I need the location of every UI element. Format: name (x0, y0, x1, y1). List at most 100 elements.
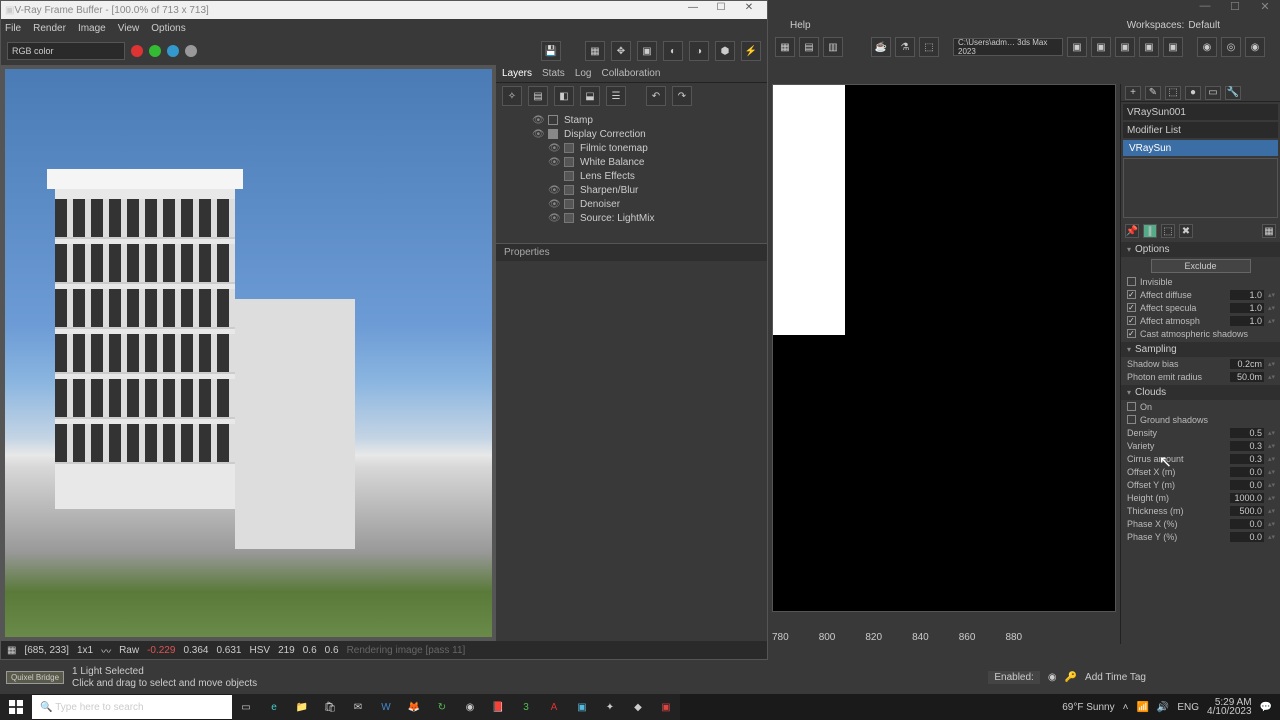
phasey-value[interactable]: 0.0 (1230, 532, 1264, 542)
search-input[interactable]: 🔍 Type here to search (32, 695, 232, 719)
layer-menu-icon[interactable]: ☰ (606, 86, 626, 106)
affect-specular-value[interactable]: 1.0 (1230, 303, 1264, 313)
eye-icon[interactable]: 👁 (548, 213, 558, 223)
eye-icon[interactable]: 👁 (548, 157, 558, 167)
modifier-stack[interactable] (1123, 158, 1278, 218)
max-tool-5[interactable]: ⚗ (895, 37, 915, 57)
affect-atmosph-value[interactable]: 1.0 (1230, 316, 1264, 326)
render-button[interactable]: ▣ (637, 41, 657, 61)
max-tool-12[interactable]: ◉ (1197, 37, 1217, 57)
density-value[interactable]: 0.5 (1230, 428, 1264, 438)
layer-compare-icon[interactable]: ⬓ (580, 86, 600, 106)
app-firefox[interactable]: 🦊 (400, 694, 428, 720)
cast-shadows-checkbox[interactable] (1127, 329, 1136, 338)
tray-notifications-icon[interactable]: 💬 (1260, 702, 1272, 713)
app-mail[interactable]: ✉ (344, 694, 372, 720)
variety-value[interactable]: 0.3 (1230, 441, 1264, 451)
viewport[interactable] (772, 84, 1116, 612)
modifier-list-dropdown[interactable]: Modifier List (1123, 122, 1278, 138)
green-channel-button[interactable] (149, 45, 161, 57)
spinner-icon[interactable]: ▴▾ (1268, 360, 1274, 368)
rollout-clouds[interactable]: Clouds (1121, 385, 1280, 400)
eye-icon[interactable]: 👁 (548, 199, 558, 209)
spinner-icon[interactable]: ▴▾ (1268, 481, 1274, 489)
track-mouse-button[interactable]: ✥ (611, 41, 631, 61)
max-tool-8[interactable]: ▣ (1091, 37, 1111, 57)
spinner-icon[interactable]: ▴▾ (1268, 304, 1274, 312)
menu-render[interactable]: Render (33, 23, 66, 34)
remove-modifier-icon[interactable]: ✖ (1179, 224, 1193, 238)
shadow-bias-value[interactable]: 0.2cm (1230, 359, 1264, 369)
zoom-level[interactable]: 1x1 (77, 645, 93, 656)
offsetx-value[interactable]: 0.0 (1230, 467, 1264, 477)
modifier-item-vraysun[interactable]: VRaySun (1123, 140, 1278, 156)
configure-sets-icon[interactable]: ▦ (1262, 224, 1276, 238)
affect-diffuse-checkbox[interactable] (1127, 290, 1136, 299)
app-store[interactable]: 🛍 (316, 694, 344, 720)
photon-radius-value[interactable]: 50.0m (1230, 372, 1264, 382)
undo-icon[interactable]: ↶ (646, 86, 666, 106)
cmd-create-tab[interactable]: + (1125, 86, 1141, 100)
spinner-icon[interactable]: ▴▾ (1268, 429, 1274, 437)
app-vray[interactable]: ▣ (568, 694, 596, 720)
spinner-icon[interactable]: ▴▾ (1268, 533, 1274, 541)
tray-lang[interactable]: ENG (1177, 702, 1199, 713)
vfb-close-button[interactable]: ✕ (735, 2, 763, 18)
autokey-button[interactable]: Enabled: (988, 671, 1039, 684)
tab-stats[interactable]: Stats (542, 68, 565, 79)
ipr-button[interactable]: ◑ (689, 41, 709, 61)
max-path-field[interactable]: C:\Users\adm… 3ds Max 2023 (953, 38, 1063, 56)
app-refresh[interactable]: ↻ (428, 694, 456, 720)
menu-view[interactable]: View (118, 23, 140, 34)
spinner-icon[interactable]: ▴▾ (1268, 520, 1274, 528)
tree-denoiser[interactable]: Denoiser (580, 199, 620, 210)
max-tool-11[interactable]: ▣ (1163, 37, 1183, 57)
spinner-icon[interactable]: ▴▾ (1268, 373, 1274, 381)
pin-stack-icon[interactable]: 📌 (1125, 224, 1139, 238)
layer-add-icon[interactable]: ✧ (502, 86, 522, 106)
clouds-on-checkbox[interactable] (1127, 402, 1136, 411)
tree-white-balance[interactable]: White Balance (580, 157, 644, 168)
invisible-checkbox[interactable] (1127, 277, 1136, 286)
ground-shadows-checkbox[interactable] (1127, 415, 1136, 424)
menu-image[interactable]: Image (78, 23, 106, 34)
show-end-result-icon[interactable]: ∥ (1143, 224, 1157, 238)
tray-chevron-icon[interactable]: ˄ (1123, 702, 1129, 713)
keyfilter-icon[interactable]: 🔑 (1065, 672, 1077, 683)
vfb-minimize-button[interactable]: — (679, 2, 707, 18)
spinner-icon[interactable]: ▴▾ (1268, 507, 1274, 515)
phasex-value[interactable]: 0.0 (1230, 519, 1264, 529)
app-other1[interactable]: ✦ (596, 694, 624, 720)
cmd-motion-tab[interactable]: ● (1185, 86, 1201, 100)
channel-dropdown[interactable]: RGB color (7, 42, 125, 60)
tree-lens-effects[interactable]: Lens Effects (580, 171, 635, 182)
spinner-icon[interactable]: ▴▾ (1268, 468, 1274, 476)
max-tool-3[interactable]: ▥ (823, 37, 843, 57)
menu-file[interactable]: File (5, 23, 21, 34)
task-view-button[interactable]: ▭ (232, 694, 260, 720)
height-value[interactable]: 1000.0 (1230, 493, 1264, 503)
offsety-value[interactable]: 0.0 (1230, 480, 1264, 490)
cmd-display-tab[interactable]: ▭ (1205, 86, 1221, 100)
spinner-icon[interactable]: ▴▾ (1268, 442, 1274, 450)
display-correction-checkbox[interactable] (548, 129, 558, 139)
max-tool-6[interactable]: ⬚ (919, 37, 939, 57)
properties-header[interactable]: Properties (496, 243, 767, 261)
tray-sound-icon[interactable]: 🔊 (1157, 702, 1169, 713)
quixel-bridge-button[interactable]: Quixel Bridge (6, 671, 64, 684)
thickness-value[interactable]: 500.0 (1230, 506, 1264, 516)
max-tool-13[interactable]: ◎ (1221, 37, 1241, 57)
interactive-button[interactable]: ◐ (663, 41, 683, 61)
exclude-button[interactable]: Exclude (1151, 259, 1251, 273)
eye-icon[interactable]: 👁 (532, 129, 542, 139)
cirrus-value[interactable]: 0.3 (1230, 454, 1264, 464)
max-tool-1[interactable]: ▦ (775, 37, 795, 57)
tree-filmic[interactable]: Filmic tonemap (580, 143, 648, 154)
tab-layers[interactable]: Layers (502, 68, 532, 79)
max-tool-4[interactable]: ☕ (871, 37, 891, 57)
max-tool-14[interactable]: ◉ (1245, 37, 1265, 57)
layer-mask-icon[interactable]: ◧ (554, 86, 574, 106)
max-tool-2[interactable]: ▤ (799, 37, 819, 57)
tab-collaboration[interactable]: Collaboration (602, 68, 661, 79)
save-image-button[interactable]: 💾 (541, 41, 561, 61)
